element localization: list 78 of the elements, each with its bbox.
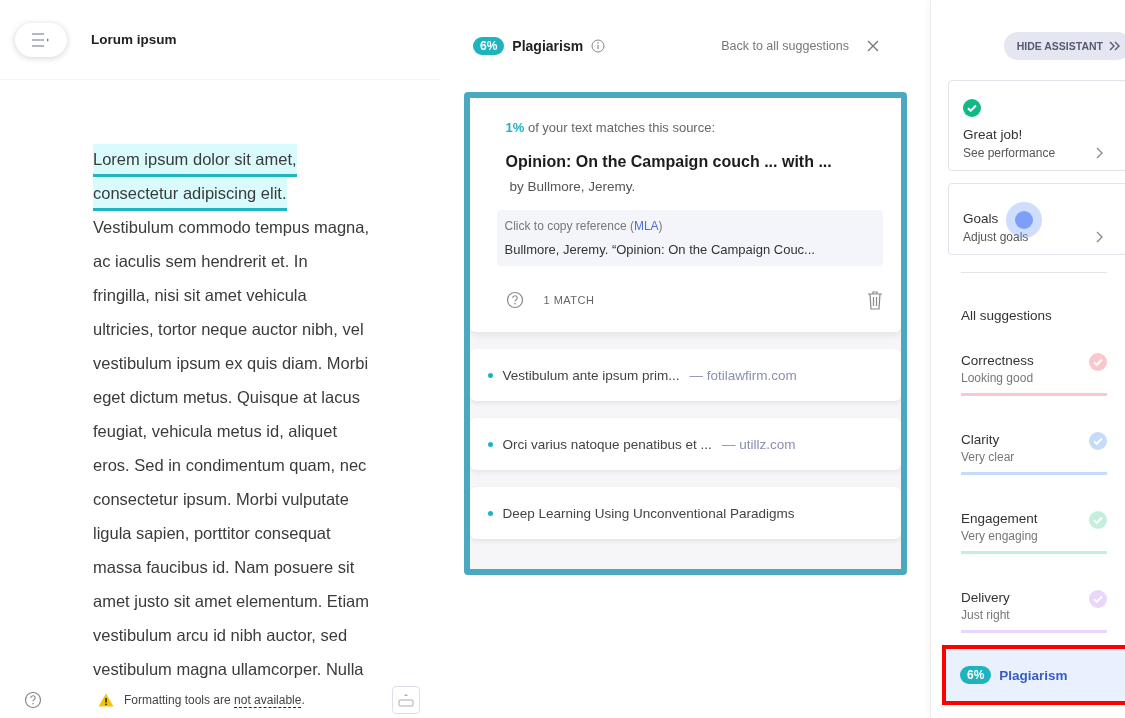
assistant-card[interactable]: Goals Adjust goals <box>948 183 1125 255</box>
category-name: Delivery <box>961 590 1010 605</box>
body-text: amet justo sit amet elementum. Etiam <box>93 591 370 612</box>
hide-assistant-button[interactable]: HIDE ASSISTANT <box>1003 32 1125 60</box>
body-text: fringilla, nisi sit amet vehicula <box>93 285 307 306</box>
help-icon[interactable] <box>24 691 42 709</box>
double-chevron-icon <box>1109 41 1121 51</box>
card-title: Great job! <box>963 127 1024 142</box>
bullet-dot <box>487 372 493 378</box>
body-text: vestibulum ipsum ex quis diam. Morbi <box>93 353 369 374</box>
document-title: Lorum ipsum <box>91 32 177 47</box>
menu-icon <box>31 32 51 47</box>
panel-title: Plagiarism <box>512 38 584 54</box>
card-subtitle: See performance <box>963 146 1056 160</box>
category-name: Engagement <box>961 511 1038 526</box>
body-text: ligula sapien, porttitor consequat <box>93 523 331 544</box>
check-icon <box>1089 511 1107 529</box>
check-icon <box>1089 432 1107 450</box>
body-text: ac iaculis sem hendrerit et. In <box>93 251 308 272</box>
bullet-dot <box>487 441 493 447</box>
category-item[interactable]: Engagement Very engaging <box>961 511 1107 554</box>
source-item[interactable]: Vestibulum ante ipsum prim... — fotilawfirm.com <box>469 349 901 401</box>
chevron-right-icon <box>1095 147 1103 159</box>
category-status: Very clear <box>961 450 1015 464</box>
copy-reference-label: Click to copy reference (MLA) <box>504 219 664 233</box>
highlighted-text: Lorem ipsum dolor sit amet, <box>93 144 297 177</box>
body-text: Vestibulum commodo tempus magna, <box>93 217 370 238</box>
menu-button[interactable] <box>15 22 67 57</box>
section-title: All suggestions <box>961 308 1053 323</box>
category-name: Correctness <box>961 353 1034 368</box>
check-icon <box>1089 590 1107 608</box>
category-item[interactable]: Delivery Just right <box>961 590 1107 633</box>
source-title: Opinion: On the Campaign couch ... with ... <box>505 153 833 171</box>
info-icon[interactable] <box>591 39 606 53</box>
body-text: ultricies, tortor neque auctor nibh, vel <box>93 319 364 340</box>
formatting-notice: Formatting tools are not available. <box>124 693 306 707</box>
match-summary: 1% of your text matches this source: <box>505 120 717 135</box>
assistant-card[interactable]: Great job! See performance <box>948 80 1125 171</box>
body-text: vestibulum arcu id nibh auctor, sed <box>93 625 348 646</box>
match-count: 1 MATCH <box>543 294 595 306</box>
category-status: Looking good <box>961 371 1034 385</box>
source-name: Deep Learning Using Unconventional Paradigms <box>502 505 795 521</box>
source-author: by Bullmore, Jeremy. <box>509 179 637 194</box>
category-item[interactable]: Correctness Looking good <box>961 353 1107 396</box>
check-icon <box>1089 353 1107 371</box>
source-domain: — utillz.com <box>721 436 796 452</box>
warning-icon <box>98 693 114 707</box>
highlighted-text: consectetur adipiscing elit. <box>93 178 287 211</box>
category-name: Clarity <box>961 432 1001 447</box>
plagiarism-percent-badge: 6% <box>960 666 992 684</box>
body-text: consectetur ipsum. Morbi vulputate <box>93 489 349 510</box>
category-status: Just right <box>961 608 1010 622</box>
source-name: Vestibulum ante ipsum prim... <box>502 367 680 383</box>
body-text: vestibulum magna ullamcorper. Nulla <box>93 659 364 680</box>
body-text: feugiat, vehicula metus id, aliquet <box>93 421 337 442</box>
card-title: Goals <box>963 211 1000 226</box>
help-icon[interactable] <box>505 291 524 309</box>
source-domain: — fotilawfirm.com <box>689 367 797 383</box>
keyboard-icon <box>397 692 415 708</box>
source-name: Orci varius natoque penatibus et ... <box>502 436 712 452</box>
category-item[interactable]: Clarity Very clear <box>961 432 1107 475</box>
body-text: massa faucibus id. Nam posuere sit <box>93 557 355 578</box>
reference-box[interactable]: Click to copy reference (MLA) Bullmore, Jeremy. “Opinion: On the Campaign Couc... <box>496 210 883 266</box>
source-item[interactable]: Orci varius natoque penatibus et ... — utillz.com <box>469 418 901 470</box>
bullet-dot <box>487 510 493 516</box>
body-text: eros. Sed in condimentum quam, nec <box>93 455 367 476</box>
chevron-right-icon <box>1095 231 1103 243</box>
citation-text: Bullmore, Jeremy. “Opinion: On the Campaign Couc... <box>504 242 816 257</box>
category-item[interactable]: 6% Plagiarism <box>942 645 1125 705</box>
trash-icon[interactable] <box>866 290 883 310</box>
body-text: eget dictum metus. Quisque at lacus <box>93 387 360 408</box>
mla-link[interactable]: MLA <box>633 219 659 233</box>
back-to-suggestions-link[interactable]: Back to all suggestions <box>721 39 849 53</box>
category-status: Very engaging <box>961 529 1038 543</box>
source-item[interactable]: Deep Learning Using Unconventional Paradigms <box>469 487 901 539</box>
card-subtitle: Adjust goals <box>963 230 1029 244</box>
close-icon[interactable] <box>867 40 879 52</box>
plagiarism-percent-badge: 6% <box>473 37 505 55</box>
